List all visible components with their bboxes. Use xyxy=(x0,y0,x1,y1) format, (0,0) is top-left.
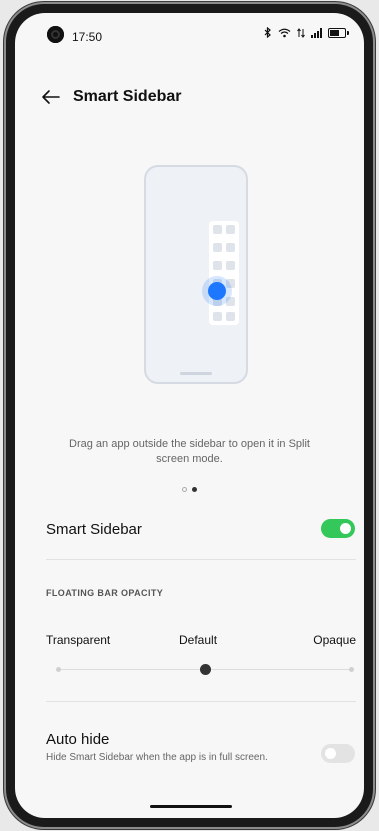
drag-touch-indicator xyxy=(202,276,232,306)
battery-icon xyxy=(328,27,349,38)
sidebar-demo-illustration xyxy=(15,165,364,385)
signal-icon xyxy=(311,27,322,38)
opacity-label-opaque: Opaque xyxy=(313,633,356,647)
data-icon xyxy=(297,27,305,38)
phone-frame: 17:50 Smart Sidebar Drag an app outside … xyxy=(6,4,373,827)
wifi-icon xyxy=(278,28,291,37)
app-header: Smart Sidebar xyxy=(15,85,364,121)
slider-tick-end xyxy=(349,667,354,672)
status-icons xyxy=(264,27,349,38)
opacity-label-transparent: Transparent xyxy=(46,633,111,647)
page-title: Smart Sidebar xyxy=(73,88,182,105)
pager-dot-1[interactable] xyxy=(182,487,187,492)
auto-hide-description: Hide Smart Sidebar when the app is in fu… xyxy=(46,752,268,763)
pager-dot-2[interactable] xyxy=(192,487,197,492)
divider xyxy=(46,701,356,702)
screen: 17:50 Smart Sidebar Drag an app outside … xyxy=(15,13,364,818)
slider-tick-start xyxy=(56,667,61,672)
illustration-sidebar xyxy=(209,221,239,325)
front-camera xyxy=(47,26,64,43)
opacity-label-default: Default xyxy=(179,633,218,647)
bluetooth-icon xyxy=(264,27,271,38)
status-time: 17:50 xyxy=(72,30,103,44)
auto-hide-toggle[interactable] xyxy=(321,744,355,763)
opacity-section-title: FLOATING BAR OPACITY xyxy=(46,588,164,598)
opacity-slider[interactable] xyxy=(56,664,354,675)
opacity-labels: Transparent Default Opaque xyxy=(46,633,356,649)
slider-thumb[interactable] xyxy=(199,664,211,675)
arrow-left-icon[interactable] xyxy=(39,85,63,109)
illustration-home-bar xyxy=(180,372,212,375)
smart-sidebar-label: Smart Sidebar xyxy=(46,521,142,538)
smart-sidebar-toggle[interactable] xyxy=(321,519,355,538)
pager-dots xyxy=(15,487,364,492)
divider xyxy=(46,559,356,560)
illustration-phone xyxy=(144,165,248,384)
illustration-caption: Drag an app outside the sidebar to open … xyxy=(69,438,310,465)
auto-hide-label: Auto hide xyxy=(46,731,110,748)
status-bar: 17:50 xyxy=(15,13,364,49)
gesture-bar xyxy=(150,805,232,808)
